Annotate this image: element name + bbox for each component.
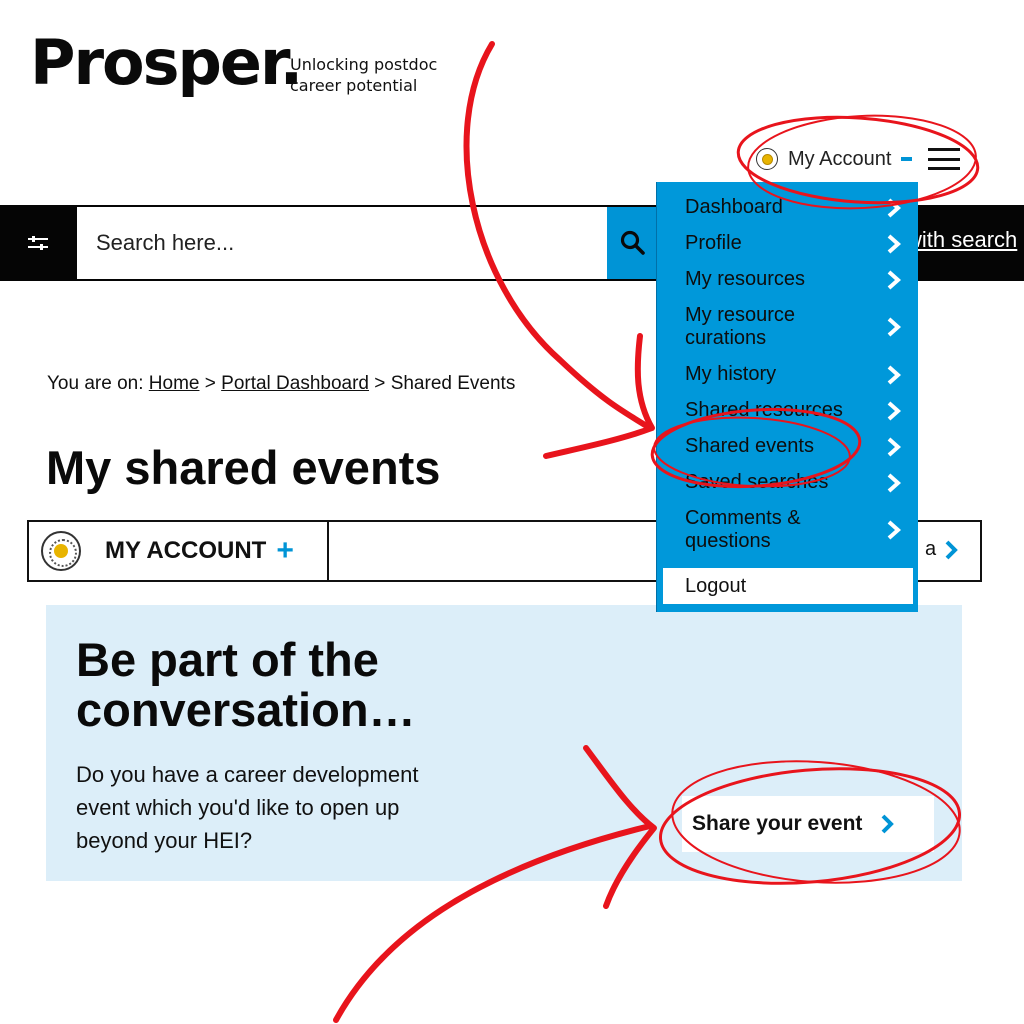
advanced-search-link[interactable]: with search bbox=[906, 227, 1017, 253]
tagline: Unlocking postdoc career potential bbox=[290, 54, 437, 96]
menu-item-label: Shared resources bbox=[685, 399, 843, 421]
menu-item-my-resources[interactable]: My resources bbox=[685, 268, 915, 291]
search-input[interactable] bbox=[77, 207, 607, 279]
breadcrumb: You are on: Home > Portal Dashboard > Sh… bbox=[47, 373, 515, 395]
share-event-panel: Be part of the conversation… Do you have… bbox=[46, 605, 962, 881]
menu-item-comments-questions[interactable]: Comments & questions bbox=[685, 507, 915, 553]
menu-item-label: questions bbox=[685, 530, 771, 552]
panel-title-line2: conversation… bbox=[76, 683, 416, 736]
my-account-expand-button[interactable]: MY ACCOUNT + bbox=[29, 522, 329, 580]
menu-item-shared-events[interactable]: Shared events bbox=[685, 435, 915, 458]
menu-item-label: Profile bbox=[685, 232, 742, 254]
chevron-right-icon bbox=[887, 270, 902, 290]
collapse-minus-icon bbox=[901, 157, 913, 161]
breadcrumb-portal-link[interactable]: Portal Dashboard bbox=[221, 373, 369, 394]
tagline-line2: career potential bbox=[290, 76, 418, 95]
breadcrumb-current: Shared Events bbox=[390, 373, 516, 394]
annotation-arrowhead bbox=[543, 333, 655, 459]
menu-item-label: My resources bbox=[685, 268, 806, 290]
my-account-toggle[interactable]: My Account bbox=[756, 146, 961, 172]
breadcrumb-separator: > bbox=[374, 373, 386, 394]
menu-item-label: Comments & bbox=[685, 507, 801, 529]
share-your-event-button[interactable]: Share your event bbox=[682, 796, 934, 852]
menu-item-label: Shared events bbox=[685, 435, 814, 457]
breadcrumb-home-link[interactable]: Home bbox=[149, 373, 200, 394]
tagline-line1: Unlocking postdoc bbox=[290, 55, 438, 74]
menu-item-label: curations bbox=[685, 327, 767, 349]
plus-icon: + bbox=[276, 534, 294, 567]
panel-title: Be part of the conversation… bbox=[76, 635, 496, 735]
share-your-event-label: Share your event bbox=[692, 812, 863, 835]
account-bar-link-text: a bbox=[925, 538, 937, 560]
menu-item-resource-curations[interactable]: My resource curations bbox=[685, 304, 915, 350]
chevron-right-icon bbox=[887, 317, 902, 337]
chevron-right-icon bbox=[887, 401, 902, 421]
sliders-icon bbox=[28, 236, 48, 250]
chevron-right-icon bbox=[887, 520, 902, 540]
menu-item-my-history[interactable]: My history bbox=[685, 363, 915, 386]
chevron-right-icon bbox=[887, 365, 902, 385]
panel-title-line1: Be part of the bbox=[76, 633, 379, 686]
sun-icon bbox=[41, 531, 81, 571]
breadcrumb-separator: > bbox=[204, 373, 216, 394]
account-dropdown-menu: Dashboard Profile My resources My resour… bbox=[656, 182, 918, 612]
magnifier-icon bbox=[620, 230, 645, 255]
menu-item-label: Dashboard bbox=[685, 196, 783, 218]
panel-description: Do you have a career development event w… bbox=[76, 762, 419, 853]
prosper-logo[interactable]: Prosper. bbox=[30, 32, 303, 94]
chevron-right-icon bbox=[887, 473, 902, 493]
menu-item-label: My resource bbox=[685, 304, 796, 326]
menu-item-dashboard[interactable]: Dashboard bbox=[685, 196, 915, 219]
hamburger-icon[interactable] bbox=[928, 148, 961, 170]
chevron-right-icon bbox=[887, 437, 902, 457]
page-title: My shared events bbox=[46, 441, 441, 494]
filter-button[interactable] bbox=[0, 205, 76, 281]
account-bar-link[interactable]: a bbox=[925, 538, 958, 561]
logout-button[interactable]: Logout bbox=[663, 568, 913, 604]
search-button[interactable] bbox=[607, 207, 659, 279]
menu-item-shared-resources[interactable]: Shared resources bbox=[685, 399, 915, 422]
chevron-right-icon bbox=[887, 234, 902, 254]
chevron-right-icon bbox=[887, 198, 902, 218]
chevron-right-icon bbox=[945, 540, 958, 559]
menu-item-label: Saved searches bbox=[685, 471, 829, 493]
menu-item-profile[interactable]: Profile bbox=[685, 232, 915, 255]
chevron-right-icon bbox=[881, 814, 895, 834]
breadcrumb-prefix: You are on: bbox=[47, 373, 144, 394]
sun-icon bbox=[756, 148, 778, 170]
my-account-bar-label: MY ACCOUNT bbox=[105, 537, 267, 564]
menu-item-label: My history bbox=[685, 363, 777, 385]
menu-item-saved-searches[interactable]: Saved searches bbox=[685, 471, 915, 494]
my-account-label: My Account bbox=[788, 147, 892, 170]
